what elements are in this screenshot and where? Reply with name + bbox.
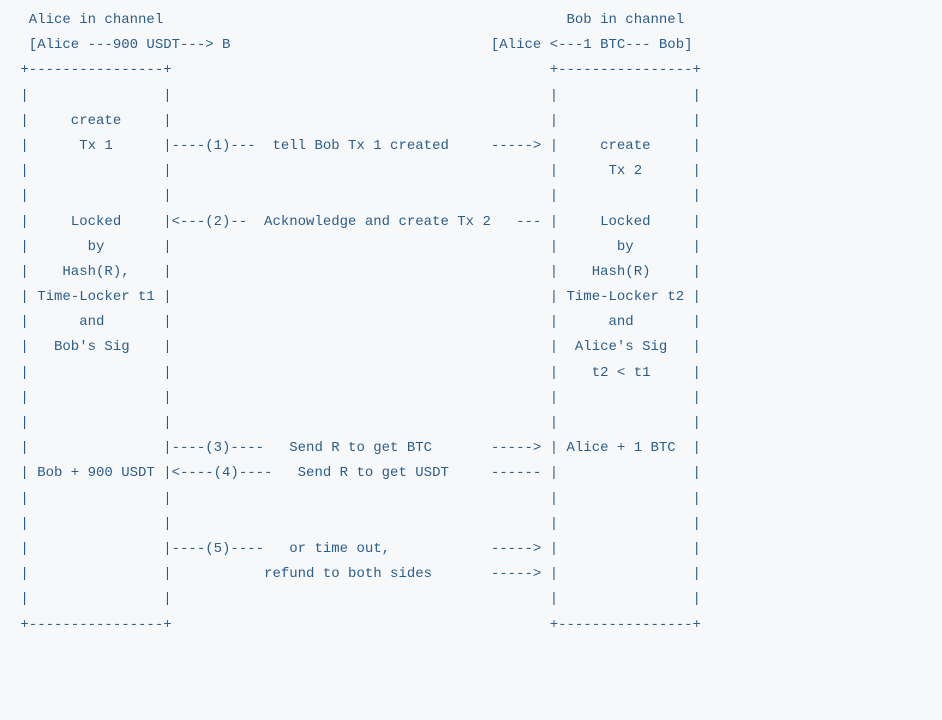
htlc-sequence-diagram: Alice in channel Bob in channel [Alice -… (0, 0, 942, 646)
